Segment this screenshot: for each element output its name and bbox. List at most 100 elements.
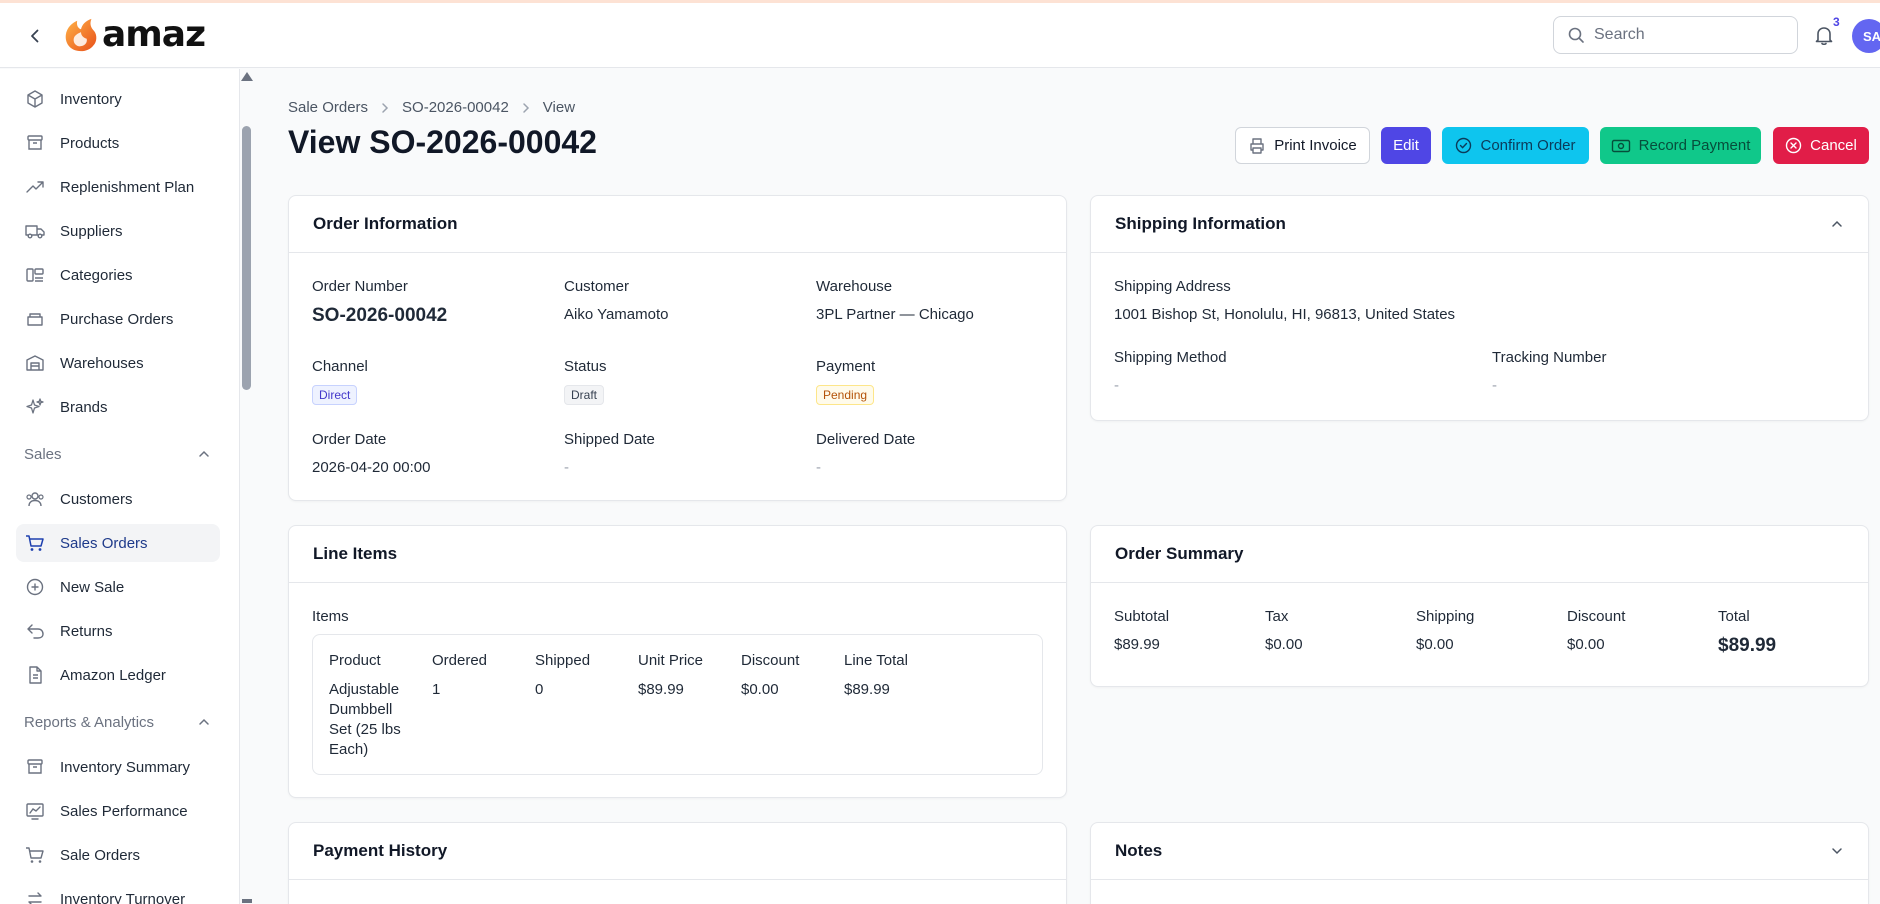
breadcrumb: Sale Orders SO-2026-00042 View (288, 99, 575, 116)
card-header: Order Summary (1091, 526, 1868, 583)
card-header[interactable]: Notes (1091, 823, 1868, 880)
sidebar: Inventory Products Replenishment Plan Su… (0, 69, 240, 904)
card-title: Payment History (313, 841, 448, 860)
print-invoice-button[interactable]: Print Invoice (1235, 127, 1370, 164)
sidebar-item-inventory[interactable]: Inventory (16, 80, 220, 118)
record-payment-button[interactable]: Record Payment (1600, 127, 1761, 164)
line-items-card: Line Items Items Product Ordered Shipped… (288, 525, 1067, 798)
back-button[interactable] (22, 23, 48, 49)
discount-field: Discount $0.00 (1567, 608, 1625, 653)
cell-line-total: $89.99 (844, 681, 890, 698)
sidebar-item-replenishment-plan[interactable]: Replenishment Plan (16, 168, 220, 206)
chevron-down-icon[interactable] (1830, 844, 1844, 858)
app-logo[interactable]: amaz (62, 14, 206, 55)
payment-badge: Pending (816, 385, 875, 405)
card-header[interactable]: Shipping Information (1091, 196, 1868, 253)
sidebar-item-new-sale[interactable]: New Sale (16, 568, 220, 606)
turnover-icon (28, 892, 42, 904)
record-payment-label: Record Payment (1638, 137, 1751, 154)
field-label: Customer (564, 278, 630, 295)
order-number-field: Order Number SO-2026-00042 (312, 278, 447, 327)
users-icon (26, 492, 44, 507)
sidebar-item-label: Sale Orders (60, 846, 141, 864)
chevron-up-icon (199, 450, 209, 457)
chevron-right-icon (523, 102, 529, 113)
sidebar-item-sale-orders[interactable]: Sale Orders (16, 836, 220, 874)
cancel-button[interactable]: Cancel (1773, 127, 1869, 164)
return-icon (27, 624, 44, 639)
card-header: Payment History (289, 823, 1066, 880)
line-items-table: Product Ordered Shipped Unit Price Disco… (312, 634, 1043, 775)
confirm-order-button[interactable]: Confirm Order (1442, 127, 1589, 164)
sidebar-group-sales[interactable]: Sales (24, 441, 210, 467)
sidebar-item-amazon-ledger[interactable]: Amazon Ledger (16, 656, 220, 694)
sidebar-item-label: Inventory Turnover (60, 890, 186, 904)
sidebar-item-brands[interactable]: Brands (16, 388, 220, 426)
sidebar-item-label: Warehouses (60, 354, 144, 372)
top-bar: amaz 3 SA (0, 3, 1880, 68)
sidebar-item-label: Inventory Summary (60, 758, 191, 776)
sidebar-item-inventory-summary[interactable]: Inventory Summary (16, 748, 220, 786)
items-label: Items (312, 608, 349, 625)
sidebar-group-label: Sales (24, 445, 62, 463)
sidebar-item-label: Sales Orders (60, 534, 148, 552)
shipping-value: $0.00 (1416, 636, 1454, 653)
sidebar-item-sales-performance[interactable]: Sales Performance (16, 792, 220, 830)
sidebar-item-products[interactable]: Products (16, 124, 220, 162)
sidebar-group-reports[interactable]: Reports & Analytics (24, 709, 210, 735)
column-header: Shipped (535, 652, 591, 669)
total-value: $89.99 (1718, 635, 1777, 656)
search-input[interactable] (1594, 26, 1784, 44)
field-label: Total (1718, 608, 1750, 625)
sidebar-item-purchase-orders[interactable]: Purchase Orders (16, 300, 220, 338)
card-header: Order Information (289, 196, 1066, 253)
categories-icon (26, 268, 44, 282)
channel-badge: Direct (312, 385, 358, 405)
purchase-icon (27, 313, 43, 326)
card-title: Order Summary (1115, 544, 1244, 563)
shipping-field: Shipping $0.00 (1416, 608, 1474, 653)
channel-field: Channel Direct (312, 358, 368, 405)
edit-button[interactable]: Edit (1381, 127, 1431, 164)
search-box[interactable] (1553, 16, 1798, 54)
sidebar-item-inventory-turnover[interactable]: Inventory Turnover (16, 880, 220, 904)
sidebar-scrollbar-thumb[interactable] (242, 126, 251, 390)
sidebar-item-label: Suppliers (60, 222, 123, 240)
shipped-date-value: - (564, 459, 569, 476)
shipping-address-value: 1001 Bishop St, Honolulu, HI, 96813, Uni… (1114, 306, 1456, 323)
sidebar-item-categories[interactable]: Categories (16, 256, 220, 294)
field-label: Tracking Number (1492, 349, 1607, 366)
field-label: Order Date (312, 431, 387, 448)
column-header: Discount (741, 652, 800, 669)
notification-count: 3 (1833, 15, 1840, 29)
chevron-left-icon (31, 29, 39, 43)
scrollbar-down-arrow[interactable] (242, 899, 252, 903)
truck-icon (25, 225, 45, 239)
breadcrumb-current: View (542, 99, 576, 116)
column-header: Line Total (844, 652, 908, 669)
avatar[interactable]: SA (1852, 19, 1880, 53)
chevron-up-icon[interactable] (1830, 217, 1844, 231)
field-label: Items (312, 608, 349, 625)
scrollbar-up-arrow[interactable] (241, 72, 253, 81)
breadcrumb-order[interactable]: SO-2026-00042 (402, 99, 509, 116)
customer-field: Customer Aiko Yamamoto (564, 278, 669, 323)
logo-text: amaz (102, 14, 206, 55)
payment-field: Payment Pending (816, 358, 875, 405)
sidebar-item-suppliers[interactable]: Suppliers (16, 212, 220, 250)
sidebar-item-label: Purchase Orders (60, 310, 174, 328)
sidebar-item-customers[interactable]: Customers (16, 480, 220, 518)
document-icon (29, 666, 42, 684)
sidebar-item-sales-orders[interactable]: Sales Orders (16, 524, 220, 562)
subtotal-value: $89.99 (1114, 636, 1160, 653)
delivered-date-field: Delivered Date - (816, 431, 915, 476)
sidebar-item-label: New Sale (60, 578, 125, 596)
breadcrumb-sale-orders[interactable]: Sale Orders (288, 99, 368, 116)
tracking-number-field: Tracking Number - (1492, 349, 1606, 394)
card-title: Notes (1115, 841, 1163, 860)
column-header: Product (329, 652, 381, 669)
sidebar-item-returns[interactable]: Returns (16, 612, 220, 650)
sidebar-item-warehouses[interactable]: Warehouses (16, 344, 220, 382)
shipping-address-field: Shipping Address 1001 Bishop St, Honolul… (1114, 278, 1455, 323)
shipping-information-card: Shipping Information Shipping Address 10… (1090, 195, 1869, 421)
